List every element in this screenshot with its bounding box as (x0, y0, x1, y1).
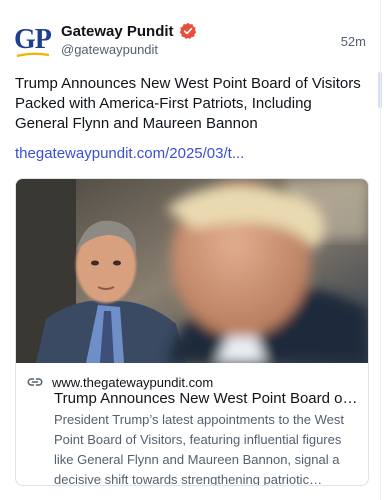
link-description: President Trump’s latest appointments to… (54, 412, 344, 486)
avatar-swoosh (16, 52, 50, 58)
post-link[interactable]: thegatewaypundit.com/2025/03/t... (15, 145, 244, 162)
link-title[interactable]: Trump Announces New West Point Board of … (54, 390, 360, 407)
link-domain-row: www.thegatewaypundit.com (26, 373, 213, 391)
post-card[interactable]: GP Gateway Pundit @gatewaypundit 52m Tru… (0, 0, 382, 500)
post-text: Trump Announces New West Point Board of … (15, 75, 361, 132)
post-timestamp[interactable]: 52m (341, 34, 366, 49)
link-preview-card[interactable]: www.thegatewaypundit.com Trump Announces… (15, 178, 369, 486)
panel-divider (380, 0, 381, 500)
link-preview-image[interactable] (16, 179, 368, 363)
link-icon (27, 378, 43, 386)
author-row: Gateway Pundit (61, 22, 197, 40)
link-domain: www.thegatewaypundit.com (52, 374, 214, 390)
author-handle[interactable]: @gatewaypundit (61, 42, 158, 57)
avatar[interactable]: GP (14, 22, 52, 60)
verified-badge-icon (179, 22, 196, 39)
author-name[interactable]: Gateway Pundit (61, 23, 174, 40)
